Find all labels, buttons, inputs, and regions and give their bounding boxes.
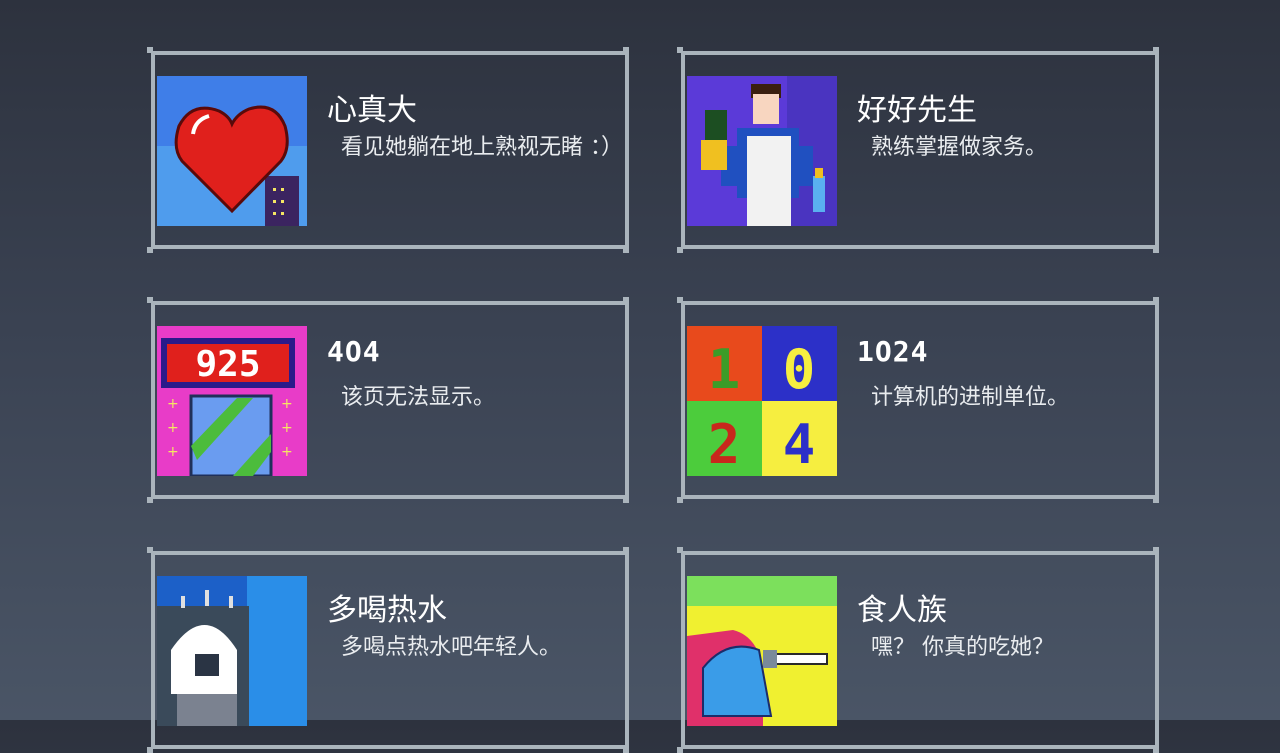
achievement-title: 多喝热水 bbox=[327, 593, 447, 628]
housework-man-icon bbox=[687, 76, 837, 226]
achievement-title: 1O24 bbox=[857, 335, 929, 368]
achievement-card-1024[interactable]: 1 0 2 4 1O24 计算机的进制单位。 bbox=[677, 297, 1159, 503]
achievement-description: 看见她躺在地上熟视无睹 ：） bbox=[341, 135, 623, 160]
achievement-card-heart[interactable]: 心真大 看见她躺在地上熟视无睹 ：） bbox=[147, 47, 629, 253]
svg-text:+: + bbox=[281, 444, 293, 460]
heart-icon bbox=[157, 76, 307, 226]
tile-digit-2: 0 bbox=[783, 338, 816, 401]
cannibal-icon bbox=[687, 576, 837, 726]
achievement-description: 该页无法显示。 bbox=[341, 385, 496, 410]
achievement-title: 4O4 bbox=[327, 335, 381, 368]
gift-display-number: 925 bbox=[195, 344, 260, 385]
achievement-card-404[interactable]: 925 + + + + + + 4O4 该页无法显示。 bbox=[147, 297, 629, 503]
gift-925-icon: 925 + + + + + + bbox=[157, 326, 307, 476]
hot-water-kettle-icon bbox=[157, 576, 307, 726]
tile-digit-4: 4 bbox=[783, 413, 816, 476]
achievement-card-hot-water[interactable]: 多喝热水 多喝点热水吧年轻人。 bbox=[147, 547, 629, 753]
achievement-card-cannibal[interactable]: 食人族 嘿？ 你真的吃她？ bbox=[677, 547, 1159, 753]
achievement-description: 熟练掌握做家务。 bbox=[871, 135, 1048, 160]
achievement-description: 多喝点热水吧年轻人。 bbox=[341, 635, 562, 660]
achievement-description: 嘿？ 你真的吃她？ bbox=[871, 635, 1054, 660]
achievement-description: 计算机的进制单位。 bbox=[871, 385, 1070, 410]
svg-text:+: + bbox=[281, 396, 293, 412]
number-tiles-icon: 1 0 2 4 bbox=[687, 326, 837, 476]
svg-text:+: + bbox=[167, 396, 179, 412]
svg-text:+: + bbox=[281, 420, 293, 436]
svg-text:+: + bbox=[167, 444, 179, 460]
achievement-title: 心真大 bbox=[327, 93, 417, 128]
tile-digit-3: 2 bbox=[708, 413, 741, 476]
svg-text:+: + bbox=[167, 420, 179, 436]
achievement-title: 好好先生 bbox=[857, 93, 977, 128]
achievement-card-nice-guy[interactable]: 好好先生 熟练掌握做家务。 bbox=[677, 47, 1159, 253]
achievement-title: 食人族 bbox=[857, 593, 947, 628]
tile-digit-1: 1 bbox=[708, 338, 741, 401]
